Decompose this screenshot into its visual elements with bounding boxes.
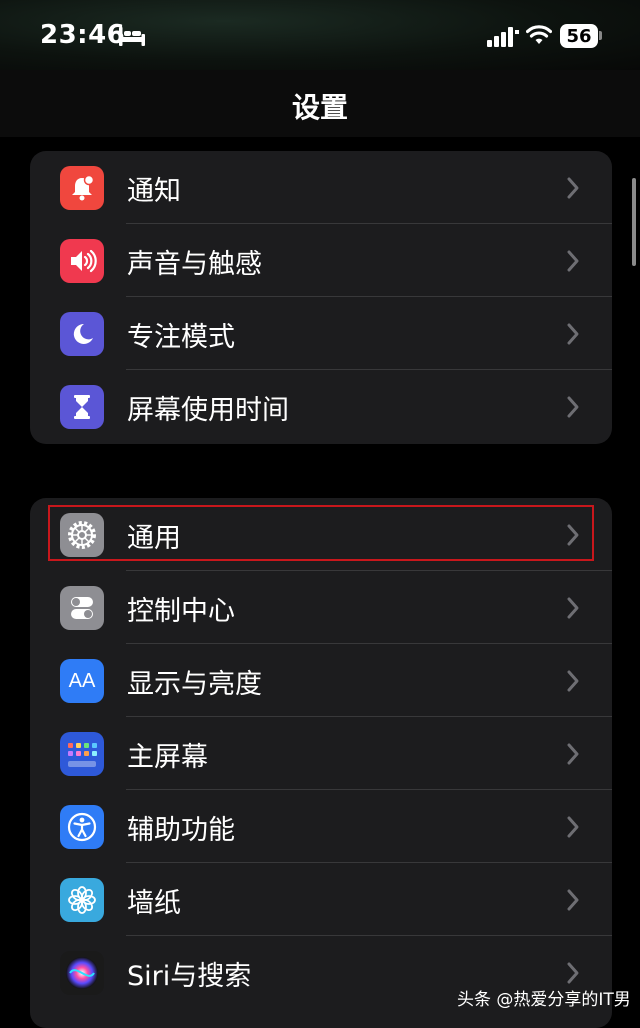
chevron-right-icon <box>567 597 579 619</box>
row-label: 墙纸 <box>127 888 181 919</box>
aa-glyph: AA <box>68 669 96 692</box>
general-highlight-box <box>48 505 594 561</box>
row-label: 声音与触感 <box>127 249 262 280</box>
settings-row-control-center[interactable]: 控制中心 <box>30 571 612 644</box>
row-label: 通知 <box>127 176 181 207</box>
page-title: 设置 <box>291 91 348 124</box>
row-label: 专注模式 <box>127 322 235 353</box>
settings-group-2: 通用 控制中心 AA 显示与亮度 主屏幕 辅助功能 墙纸 Siri与搜索 <box>30 498 612 1028</box>
row-label: 辅助功能 <box>127 815 235 846</box>
accessibility-icon <box>60 805 104 849</box>
chevron-right-icon <box>567 323 579 345</box>
watermark: 头条 @热爱分享的IT男 <box>457 990 631 1010</box>
chevron-right-icon <box>567 889 579 911</box>
row-label: 主屏幕 <box>127 742 208 773</box>
settings-row-focus[interactable]: 专注模式 <box>30 297 612 370</box>
settings-group-1: 通知 声音与触感 专注模式 屏幕使用时间 <box>30 151 612 444</box>
screen-time-hourglass-icon <box>60 385 104 429</box>
settings-row-display-brightness[interactable]: AA 显示与亮度 <box>30 644 612 717</box>
chevron-right-icon <box>567 250 579 272</box>
row-label: 显示与亮度 <box>127 669 262 700</box>
settings-row-screen-time[interactable]: 屏幕使用时间 <box>30 370 612 443</box>
settings-row-wallpaper[interactable]: 墙纸 <box>30 863 612 936</box>
chevron-right-icon <box>567 396 579 418</box>
home-screen-grid-icon <box>60 732 104 776</box>
chevron-right-icon <box>567 962 579 984</box>
settings-row-home-screen[interactable]: 主屏幕 <box>30 717 612 790</box>
row-label: 控制中心 <box>127 596 235 627</box>
chevron-right-icon <box>567 670 579 692</box>
display-brightness-aa-icon: AA <box>60 659 104 703</box>
chevron-right-icon <box>567 743 579 765</box>
cellular-signal-icon <box>487 27 519 47</box>
scroll-indicator[interactable] <box>632 178 636 266</box>
wifi-icon <box>526 25 552 44</box>
battery-tip <box>599 31 602 40</box>
status-time: 23:46 <box>40 20 126 50</box>
wallpaper-flower-icon <box>60 878 104 922</box>
chevron-right-icon <box>567 816 579 838</box>
row-label: 屏幕使用时间 <box>127 395 289 426</box>
sounds-haptics-icon <box>60 239 104 283</box>
row-label: Siri与搜索 <box>127 961 252 992</box>
settings-row-sounds-haptics[interactable]: 声音与触感 <box>30 224 612 297</box>
chevron-right-icon <box>567 177 579 199</box>
control-center-toggles-icon <box>60 586 104 630</box>
battery-icon: 56 <box>560 24 598 48</box>
siri-icon <box>60 951 104 995</box>
sleep-bed-icon <box>119 27 145 46</box>
focus-moon-icon <box>60 312 104 356</box>
settings-row-notifications[interactable]: 通知 <box>30 151 612 224</box>
settings-row-accessibility[interactable]: 辅助功能 <box>30 790 612 863</box>
notifications-icon <box>60 166 104 210</box>
